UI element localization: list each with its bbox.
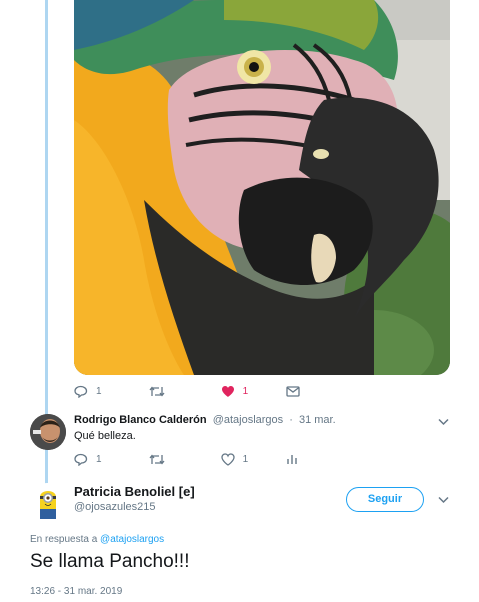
minion-avatar [28,483,68,523]
in-reply-to: En respuesta a @atajoslargos [30,534,164,545]
heart-filled-icon [221,385,234,397]
retweet-action[interactable] [149,453,173,466]
avatar[interactable] [28,483,68,523]
reply-count: 1 [96,385,102,397]
reply-count: 1 [96,453,102,465]
author-name[interactable]: Patricia Benoliel [e] [74,484,195,499]
avatar[interactable] [30,414,66,450]
reply-action[interactable]: 1 [74,453,102,466]
retweet-action[interactable] [149,385,173,398]
retweet-icon [149,385,165,397]
retweet-icon [149,453,165,465]
dm-action[interactable] [286,385,308,397]
heart-outline-icon [220,452,235,466]
tweet-timestamp[interactable]: 13:26 - 31 mar. 2019 [30,586,122,597]
reply-icon [74,453,88,466]
like-action[interactable]: 1 [220,452,249,466]
like-action[interactable]: 1 [221,385,249,398]
separator: · [289,414,293,426]
chevron-down-icon[interactable] [438,496,449,504]
like-count: 1 [242,453,249,465]
parrot-photo [74,0,450,375]
focused-tweet: Patricia Benoliel [e] @ojosazules215 Seg… [0,478,479,602]
reply-header: Rodrigo Blanco Calderón @atajoslargos · … [74,414,336,426]
reply-action[interactable]: 1 [74,385,102,398]
author-name[interactable]: Rodrigo Blanco Calderón [74,414,207,426]
in-reply-handle-link[interactable]: @atajoslargos [100,534,164,545]
reply-icon [74,385,88,398]
reply-tweet-actions: 1 1 [74,451,336,467]
like-count: 1 [242,385,249,397]
in-reply-prefix: En respuesta a [30,534,98,545]
analytics-icon [287,455,297,464]
avatar-photo [30,414,66,450]
author-handle[interactable]: @ojosazules215 [74,501,156,513]
reply-tweet[interactable]: Rodrigo Blanco Calderón @atajoslargos · … [0,408,479,452]
tweet-media-image[interactable] [74,0,450,375]
envelope-icon [286,385,300,397]
analytics-action[interactable] [286,453,298,465]
parent-tweet-actions: 1 1 [74,383,346,399]
tweet-text: Se llama Pancho!!! [30,551,190,572]
reply-text: Qué belleza. [74,430,136,442]
tweet-date[interactable]: 31 mar. [299,414,336,426]
chevron-down-icon[interactable] [438,418,449,426]
author-handle[interactable]: @atajoslargos [213,414,283,426]
follow-button[interactable]: Seguir [346,487,424,512]
